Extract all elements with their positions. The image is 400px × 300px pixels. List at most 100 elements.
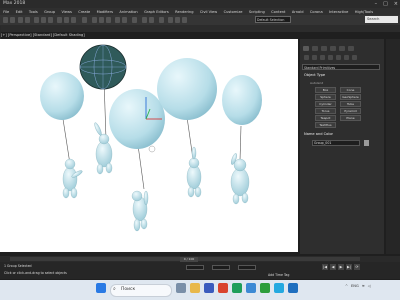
menu-item-customize[interactable]: Customize bbox=[220, 10, 245, 14]
undo-icon[interactable] bbox=[3, 17, 8, 23]
pivot-icon[interactable] bbox=[82, 17, 87, 23]
helpers-icon[interactable] bbox=[336, 55, 341, 60]
y-coordinate-field[interactable] bbox=[212, 265, 230, 270]
go-to-start-icon[interactable]: |◀ bbox=[322, 264, 328, 270]
menu-item-create[interactable]: Create bbox=[75, 10, 93, 14]
scale-icon[interactable] bbox=[71, 17, 76, 23]
modify-tab-icon[interactable] bbox=[312, 46, 318, 51]
menu-item-views[interactable]: Views bbox=[58, 10, 75, 14]
layer-icon[interactable] bbox=[132, 17, 137, 23]
object-button-textplus[interactable]: TextPlus bbox=[315, 122, 336, 128]
file-explorer-icon[interactable] bbox=[190, 283, 200, 293]
start-menu-icon[interactable] bbox=[96, 283, 106, 293]
select-icon[interactable] bbox=[34, 17, 39, 23]
object-button-teapot[interactable]: Teapot bbox=[315, 115, 336, 121]
menu-item-scripting[interactable]: Scripting bbox=[246, 10, 268, 14]
selection-set-dropdown[interactable]: Default Selection Set bbox=[255, 16, 291, 29]
rotate-icon[interactable] bbox=[64, 17, 69, 23]
align-icon[interactable] bbox=[122, 17, 127, 23]
go-to-end-icon[interactable]: ▶| bbox=[346, 264, 352, 270]
taskbar-search-box[interactable] bbox=[110, 284, 172, 297]
name-and-color-header[interactable]: Name and Color bbox=[304, 132, 333, 136]
viewport-label[interactable]: [+] [Perspective] [Standard] [Default Sh… bbox=[1, 33, 85, 37]
schematic-icon[interactable] bbox=[149, 17, 154, 23]
play-icon[interactable]: ▶ bbox=[338, 264, 344, 270]
render-frame-icon[interactable] bbox=[175, 17, 180, 23]
shapes-icon[interactable] bbox=[312, 55, 317, 60]
menu-item-edit[interactable]: Edit bbox=[12, 10, 25, 14]
object-button-geosphere[interactable]: GeoSphere bbox=[340, 94, 361, 100]
unlink-icon[interactable] bbox=[25, 17, 30, 23]
app-icon-5[interactable] bbox=[274, 283, 284, 293]
menu-item-file[interactable]: File bbox=[0, 10, 12, 14]
redo-icon[interactable] bbox=[10, 17, 15, 23]
perspective-viewport[interactable] bbox=[0, 39, 298, 252]
render-setup-icon[interactable] bbox=[168, 17, 173, 23]
close-icon[interactable]: × bbox=[394, 1, 398, 7]
motion-tab-icon[interactable] bbox=[330, 46, 336, 51]
add-time-tag-button[interactable]: Add Time Tag bbox=[268, 273, 289, 277]
object-button-box[interactable]: Box bbox=[315, 87, 336, 93]
time-slider-handle[interactable]: 0 / 100 bbox=[180, 256, 198, 262]
object-button-cone[interactable]: Cone bbox=[340, 87, 361, 93]
display-tab-icon[interactable] bbox=[339, 46, 345, 51]
language-indicator[interactable]: ENG bbox=[351, 284, 359, 288]
menu-item-group[interactable]: Group bbox=[41, 10, 58, 14]
minimize-icon[interactable]: – bbox=[375, 1, 378, 7]
object-button-pyramid[interactable]: Pyramid bbox=[340, 108, 361, 114]
systems-icon[interactable] bbox=[352, 55, 357, 60]
menu-item-civil-view[interactable]: Civil View bbox=[197, 10, 221, 14]
menu-item-content[interactable]: Content bbox=[268, 10, 289, 14]
3dsmax-taskbar-icon[interactable] bbox=[288, 283, 298, 293]
autogrid-checkbox[interactable]: AutoGrid bbox=[310, 81, 323, 85]
category-dropdown[interactable]: Standard Primitives bbox=[302, 64, 380, 70]
mirror-icon[interactable] bbox=[115, 17, 120, 23]
previous-frame-icon[interactable]: ◀ bbox=[330, 264, 336, 270]
select-by-name-icon[interactable] bbox=[41, 17, 46, 23]
object-button-torus[interactable]: Torus bbox=[315, 108, 336, 114]
z-coordinate-field[interactable] bbox=[238, 265, 256, 270]
object-color-swatch[interactable] bbox=[364, 140, 369, 146]
angle-snap-icon[interactable] bbox=[99, 17, 104, 23]
app-icon-1[interactable] bbox=[204, 283, 214, 293]
menu-item-modifiers[interactable]: Modifiers bbox=[93, 10, 116, 14]
object-button-sphere[interactable]: Sphere bbox=[315, 94, 336, 100]
menu-item-tools[interactable]: Tools bbox=[26, 10, 41, 14]
menu-item-rendering[interactable]: Rendering bbox=[172, 10, 197, 14]
wifi-icon[interactable]: ≋ bbox=[362, 284, 365, 288]
task-view-icon[interactable] bbox=[176, 283, 186, 293]
render-icon[interactable] bbox=[182, 17, 187, 23]
maximize-icon[interactable]: □ bbox=[383, 1, 388, 7]
object-button-tube[interactable]: Tube bbox=[340, 101, 361, 107]
lights-icon[interactable] bbox=[320, 55, 325, 60]
move-icon[interactable] bbox=[57, 17, 62, 23]
geometry-icon[interactable] bbox=[304, 55, 309, 60]
object-type-header[interactable]: Object Type bbox=[304, 73, 325, 77]
volume-icon[interactable]: ◁ bbox=[368, 284, 371, 288]
snap-icon[interactable] bbox=[92, 17, 97, 23]
object-button-cylinder[interactable]: Cylinder bbox=[315, 101, 336, 107]
material-editor-icon[interactable] bbox=[159, 17, 164, 23]
menu-item-animation[interactable]: Animation bbox=[116, 10, 141, 14]
menu-item-corona[interactable]: Corona bbox=[307, 10, 326, 14]
search-input[interactable]: Search bbox=[365, 16, 398, 23]
hierarchy-tab-icon[interactable] bbox=[321, 46, 327, 51]
create-tab-icon[interactable] bbox=[303, 46, 309, 51]
object-name-input[interactable]: Group_001 bbox=[312, 140, 360, 146]
percent-snap-icon[interactable] bbox=[106, 17, 111, 23]
browser-icon[interactable] bbox=[246, 283, 256, 293]
app-icon-4[interactable] bbox=[260, 283, 270, 293]
menu-item-graph-editors[interactable]: Graph Editors bbox=[141, 10, 172, 14]
curve-editor-icon[interactable] bbox=[142, 17, 147, 23]
menu-item-interactive[interactable]: Interactive bbox=[326, 10, 352, 14]
x-coordinate-field[interactable] bbox=[186, 265, 204, 270]
menu-item-high-tools[interactable]: High/Tools bbox=[352, 10, 377, 14]
object-button-plane[interactable]: Plane bbox=[340, 115, 361, 121]
app-icon-3[interactable] bbox=[232, 283, 242, 293]
link-icon[interactable] bbox=[18, 17, 23, 23]
utilities-tab-icon[interactable] bbox=[348, 46, 354, 51]
app-icon-2[interactable] bbox=[218, 283, 228, 293]
menu-item-arnold[interactable]: Arnold bbox=[289, 10, 307, 14]
chevron-up-icon[interactable]: ^ bbox=[345, 284, 348, 288]
cameras-icon[interactable] bbox=[328, 55, 333, 60]
